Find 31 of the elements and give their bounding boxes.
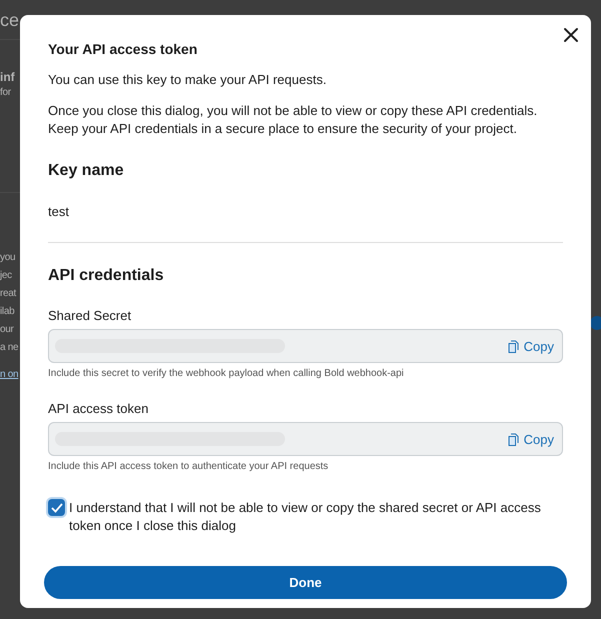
background-text: you (0, 251, 16, 265)
section-heading: Key name (48, 162, 124, 180)
checkbox[interactable] (48, 499, 65, 516)
background-text: a ne (0, 341, 18, 355)
intro-text: You can use this key to make your API requests. (48, 71, 328, 89)
key-name-value: test (48, 204, 69, 219)
toggle-knob (590, 316, 601, 330)
copy-button[interactable]: Copy (508, 432, 554, 446)
field-label: Shared Secret (48, 308, 132, 323)
background-text: ilab (0, 305, 14, 319)
close-icon[interactable] (563, 27, 579, 43)
background-text: jec (0, 269, 12, 283)
copy-button[interactable]: Copy (508, 338, 554, 354)
field-hint: Include this secret to verify the webhook payload when calling Bold webhook-api (48, 368, 404, 379)
section-heading: API credentials (48, 267, 164, 285)
background-text: ce (0, 10, 20, 31)
background-text: for (0, 86, 11, 100)
dialog-title: Your API access token (48, 41, 198, 57)
credential-field[interactable]: Copy (48, 329, 563, 363)
credential-field[interactable]: Copy (48, 422, 563, 456)
field-label: API access token (48, 401, 148, 416)
background-link[interactable]: n on (0, 369, 18, 380)
copy-icon (508, 340, 519, 352)
background-text: our (0, 323, 14, 337)
done-button[interactable]: Done (44, 566, 567, 599)
background-text: inf (0, 70, 15, 84)
checkbox-label: I understand that I will not be able to view or copy the shared secret or API access token once I close this dialog (69, 499, 542, 535)
field-hint: Include this API access token to authenticate your API requests (48, 461, 328, 472)
background-text: reat (0, 287, 16, 301)
copy-icon (508, 432, 519, 446)
warning-text: Once you close this dialog, you will not be able to view or copy these API credentials. Keep your API credentials in a secure place to ensure the security of your project. (48, 102, 538, 138)
